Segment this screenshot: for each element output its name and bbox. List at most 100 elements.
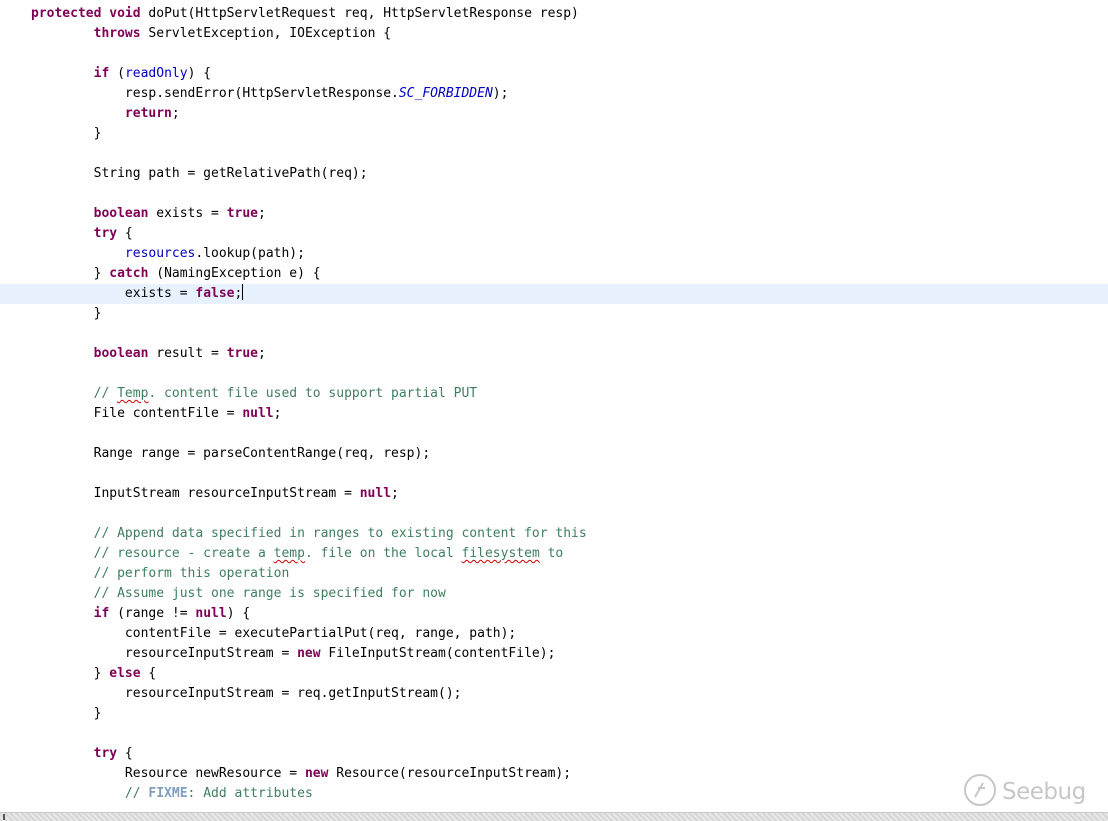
code-line[interactable]	[0, 364, 1108, 384]
code-token: new	[304, 766, 329, 781]
code-line[interactable]: throws ServletException, IOException {	[0, 24, 1108, 44]
code-token: resp.sendError(HttpServletResponse.	[31, 86, 399, 101]
code-line[interactable]: // perform this operation	[0, 564, 1108, 584]
code-token: // perform this operation	[31, 566, 290, 581]
code-line[interactable]	[0, 44, 1108, 64]
code-line[interactable]: Resource newResource = new Resource(reso…	[0, 764, 1108, 784]
code-token: File contentFile =	[31, 406, 243, 421]
code-line[interactable]: boolean result = true;	[0, 344, 1108, 364]
code-line[interactable]: resp.sendError(HttpServletResponse.SC_FO…	[0, 84, 1108, 104]
code-line[interactable]: InputStream resourceInputStream = null;	[0, 484, 1108, 504]
code-token: ServletException, IOException {	[140, 26, 392, 41]
code-line[interactable]: // Assume just one range is specified fo…	[0, 584, 1108, 604]
seebug-watermark: Seebug	[962, 772, 1086, 813]
code-token: resourceInputStream =	[31, 646, 298, 661]
code-token: }	[31, 666, 110, 681]
code-token: FIXME	[148, 786, 188, 801]
code-line[interactable]: } else {	[0, 664, 1108, 684]
code-token: String path = getRelativePath(req);	[31, 166, 368, 181]
code-token: }	[31, 306, 102, 321]
scrollbar-marker	[3, 814, 5, 820]
code-token: if	[93, 66, 110, 81]
code-token: }	[31, 266, 110, 281]
code-token: (range !=	[109, 606, 196, 621]
code-line[interactable]: exists = false;	[0, 284, 1108, 304]
code-token: new	[297, 646, 321, 661]
code-token: // resource - create a	[31, 546, 274, 561]
code-line[interactable]: try {	[0, 744, 1108, 764]
code-token: false	[195, 286, 235, 301]
code-token: //	[31, 786, 149, 801]
code-token: Range range = parseContentRange(req, res…	[31, 446, 431, 461]
code-line[interactable]: // Append data specified in ranges to ex…	[0, 524, 1108, 544]
code-line[interactable]: // resource - create a temp. file on the…	[0, 544, 1108, 564]
code-line[interactable]: File contentFile = null;	[0, 404, 1108, 424]
code-token: . file on the local	[304, 546, 462, 561]
code-line[interactable]	[0, 184, 1108, 204]
code-token: protected	[31, 6, 102, 21]
code-editor[interactable]: @Override protected void doPut(HttpServle…	[0, 0, 1108, 820]
code-line[interactable]: String path = getRelativePath(req);	[0, 164, 1108, 184]
code-line[interactable]	[0, 144, 1108, 164]
code-line[interactable]: // FIXME: Add attributes	[0, 784, 1108, 804]
code-token: boolean	[93, 206, 149, 221]
code-line[interactable]	[0, 464, 1108, 484]
code-token: if	[93, 606, 110, 621]
code-token: ;	[391, 486, 399, 501]
code-token: result =	[148, 346, 227, 361]
code-token: (NamingException e) {	[148, 266, 321, 281]
code-line[interactable]: }	[0, 124, 1108, 144]
code-token: SC_FORBIDDEN	[398, 86, 493, 101]
code-line[interactable]	[0, 324, 1108, 344]
code-token: to	[539, 546, 564, 561]
code-line[interactable]: resourceInputStream = req.getInputStream…	[0, 684, 1108, 704]
code-token: (	[109, 66, 125, 81]
code-token: ;	[258, 346, 266, 361]
code-line[interactable]	[0, 724, 1108, 744]
code-line[interactable]	[0, 424, 1108, 444]
code-line[interactable]	[0, 504, 1108, 524]
code-line[interactable]: boolean exists = true;	[0, 204, 1108, 224]
code-line[interactable]: if (range != null) {	[0, 604, 1108, 624]
code-token: ;	[171, 106, 180, 121]
code-token: : Add attributes	[187, 786, 313, 801]
code-token: void	[109, 6, 141, 21]
code-token: @Override	[31, 0, 101, 1]
code-line[interactable]: contentFile = executePartialPut(req, ran…	[0, 624, 1108, 644]
code-line[interactable]: resourceInputStream = new FileInputStrea…	[0, 644, 1108, 664]
code-token: null	[359, 486, 392, 501]
seebug-logo-icon	[962, 772, 998, 813]
code-line[interactable]: return;	[0, 104, 1108, 124]
code-line[interactable]: }	[0, 304, 1108, 324]
code-line[interactable]: if (readOnly) {	[0, 64, 1108, 84]
code-line[interactable]: } catch (NamingException e) {	[0, 264, 1108, 284]
code-token: {	[140, 666, 157, 681]
code-line[interactable]: // Temp. content file used to support pa…	[0, 384, 1108, 404]
code-line[interactable]: }	[0, 704, 1108, 724]
code-token: {	[117, 226, 133, 241]
text-caret	[242, 284, 244, 300]
code-token: resourceInputStream = req.getInputStream…	[31, 686, 462, 701]
code-line[interactable]: try {	[0, 224, 1108, 244]
code-token: // Assume just one range is specified fo…	[31, 586, 446, 601]
code-token: exists =	[31, 286, 196, 301]
code-line[interactable]: resources.lookup(path);	[0, 244, 1108, 264]
code-token: return	[124, 106, 172, 121]
code-token: .lookup(path);	[195, 246, 305, 261]
code-line[interactable]: protected void doPut(HttpServletRequest …	[0, 4, 1108, 24]
code-token: readOnly	[124, 66, 188, 81]
code-token: {	[117, 746, 133, 761]
code-token: // Append data specified in ranges to ex…	[31, 526, 587, 541]
code-token: exists =	[148, 206, 227, 221]
code-token: ) {	[187, 66, 212, 81]
code-token: else	[109, 666, 141, 681]
code-line[interactable]: Range range = parseContentRange(req, res…	[0, 444, 1108, 464]
